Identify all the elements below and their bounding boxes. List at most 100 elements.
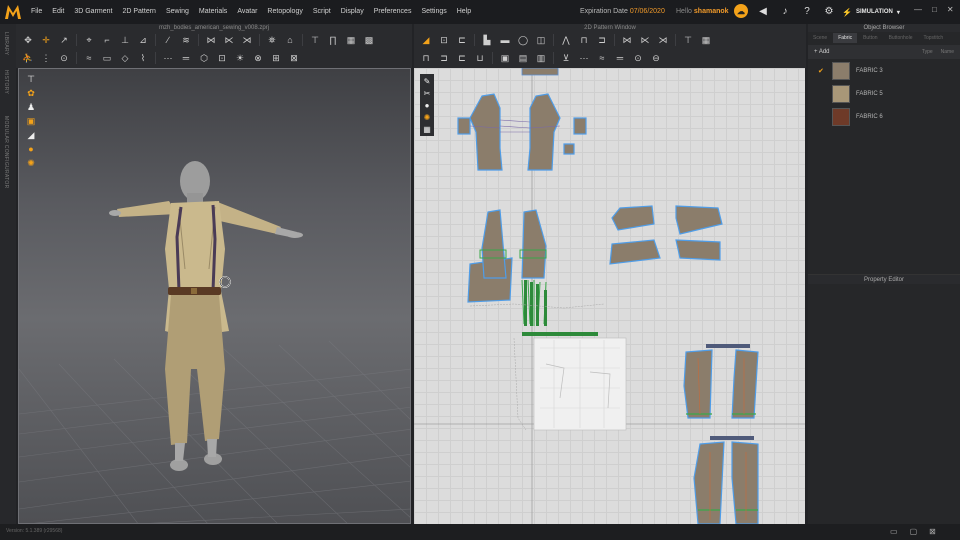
polygon-icon[interactable]: ▙ [481,34,493,46]
puckering-icon[interactable]: ≈ [83,52,95,64]
dart-icon[interactable]: ⋀ [560,34,572,46]
add-fabric-button[interactable]: + Add [814,49,830,55]
2d-pattern-window[interactable]: ✎ ✂ ● ✺ ▦ [414,68,805,524]
topstitch-icon[interactable]: ⋯ [162,52,174,64]
edit-pattern-icon[interactable]: ⊡ [438,34,450,46]
tab-fabric[interactable]: Fabric [833,33,858,43]
cut-icon[interactable]: ⊐ [438,52,450,64]
maximize-icon[interactable]: □ [932,5,937,14]
notch-icon[interactable]: ⊻ [560,52,572,64]
measure-icon[interactable]: ⊿ [137,34,149,46]
grid-icon[interactable]: ▩ [363,34,375,46]
menu-2d-pattern[interactable]: 2D Pattern [117,0,160,24]
grid-pattern-icon[interactable]: ▦ [700,34,712,46]
transform-icon[interactable]: ✛ [40,34,52,46]
button-tool-icon[interactable]: ⊙ [58,52,70,64]
tape-icon[interactable]: ═ [614,52,626,64]
pin-icon[interactable]: ⌖ [83,34,95,46]
trim-icon[interactable]: ◇ [119,52,131,64]
avatar-tool-icon[interactable]: ⛯ [266,34,278,46]
measure-garment-icon[interactable]: ⊡ [216,52,228,64]
camera-icon[interactable]: ⊗ [252,52,264,64]
brush-icon[interactable]: ∕ [162,34,174,46]
steam-icon[interactable]: ≋ [180,34,192,46]
texture-display-icon[interactable]: ▣ [25,115,37,127]
grid-display-icon[interactable]: ▦ [422,124,432,134]
topstitch-2d-icon[interactable]: ⋯ [578,52,590,64]
close-icon[interactable]: ✕ [947,5,954,14]
pattern-display-icon[interactable]: ✺ [25,157,37,169]
tack-icon[interactable]: ⊥ [119,34,131,46]
simulation-toggle[interactable]: ⚡ SIMULATION ▾ [842,5,900,19]
avatar-display-icon[interactable]: ✿ [25,87,37,99]
edit-point-icon[interactable]: ↗ [58,34,70,46]
add-point-icon[interactable]: ⊓ [420,52,432,64]
fold-arrange-icon[interactable]: ⊔ [474,52,486,64]
puckering-2d-icon[interactable]: ≈ [596,52,608,64]
grain-icon[interactable]: ▥ [535,52,547,64]
edit-texture-icon[interactable]: ▣ [499,52,511,64]
menu-help[interactable]: Help [452,0,476,24]
window-icon[interactable]: ▢ [910,527,918,536]
gear-icon[interactable]: ⚙ [822,4,836,18]
elastic-icon[interactable]: ⌇ [137,52,149,64]
seam-allowance-icon[interactable]: ⊐ [596,34,608,46]
speaker-icon[interactable]: ◀ [756,4,770,18]
history-tab[interactable]: HISTORY [3,70,9,94]
offset-icon[interactable]: ⊏ [456,52,468,64]
menu-edit[interactable]: Edit [47,0,69,24]
graphic-icon[interactable]: ▭ [101,52,113,64]
tab-scene[interactable]: Scene [808,33,832,43]
fitting-icon[interactable]: ⊠ [288,52,300,64]
trace-icon[interactable]: ⊓ [578,34,590,46]
username[interactable]: shamanok [694,8,729,15]
multi-sewing-icon[interactable]: ⋊ [657,34,669,46]
light-icon[interactable]: ● [25,143,37,155]
layout-icon[interactable]: ▭ [890,527,898,536]
segment-sewing-icon[interactable]: ⋈ [621,34,633,46]
graphic-2d-icon[interactable]: ▤ [517,52,529,64]
fabric-item[interactable]: FABRIC 5 [808,82,960,105]
garment-display-icon[interactable]: ⊤ [25,73,37,85]
sort-type[interactable]: Type [922,49,933,55]
3d-garment-viewport[interactable]: ⊤ ✿ ♟ ▣ ◢ ● ✺ [18,68,411,524]
menu-sewing[interactable]: Sewing [161,0,194,24]
hanger-icon[interactable]: ⌂ [284,34,296,46]
buttonhole-icon[interactable]: ⊖ [650,52,662,64]
check-sewing-icon[interactable]: ⊤ [682,34,694,46]
fabric-tool-icon[interactable]: ⬡ [198,52,210,64]
segment-sew-icon[interactable]: ⋉ [223,34,235,46]
internal-polygon-icon[interactable]: ◫ [535,34,547,46]
menu-avatar[interactable]: Avatar [232,0,262,24]
scissors-icon[interactable]: ✂ [422,88,432,98]
menu-display[interactable]: Display [336,0,369,24]
edit-curvature-icon[interactable]: ⊏ [456,34,468,46]
menu-materials[interactable]: Materials [194,0,232,24]
free-sew-icon[interactable]: ⋊ [241,34,253,46]
circle-icon[interactable]: ◯ [517,34,529,46]
tab-button[interactable]: Button [858,33,882,43]
sewing-3d-icon[interactable]: ⋈ [205,34,217,46]
minimize-icon[interactable]: — [914,5,922,14]
free-sewing-icon[interactable]: ⋉ [639,34,651,46]
app-logo[interactable] [0,0,26,24]
fabric-item[interactable]: ✔ FABRIC 3 [808,59,960,82]
menu-script[interactable]: Script [308,0,336,24]
button-2d-icon[interactable]: ⊙ [632,52,644,64]
menu-3d-garment[interactable]: 3D Garment [69,0,117,24]
fold-icon[interactable]: ⌐ [101,34,113,46]
seam-taping-icon[interactable]: ═ [180,52,192,64]
zipper-icon[interactable]: ⋮ [40,52,52,64]
transform-pattern-icon[interactable]: ◢ [420,34,432,46]
rectangle-icon[interactable]: ▬ [499,34,511,46]
dot-icon[interactable]: ● [422,100,432,110]
library-tab[interactable]: LIBRARY [3,32,9,55]
menu-retopology[interactable]: Retopology [262,0,307,24]
fabric-item[interactable]: FABRIC 6 [808,105,960,128]
texture-icon[interactable]: ▦ [345,34,357,46]
help-icon[interactable]: ? [800,4,814,18]
menu-settings[interactable]: Settings [416,0,451,24]
sewing-display-icon[interactable]: ✺ [422,112,432,122]
pattern-icon[interactable]: ⊞ [270,52,282,64]
tab-topstitch[interactable]: Topstitch [918,33,948,43]
